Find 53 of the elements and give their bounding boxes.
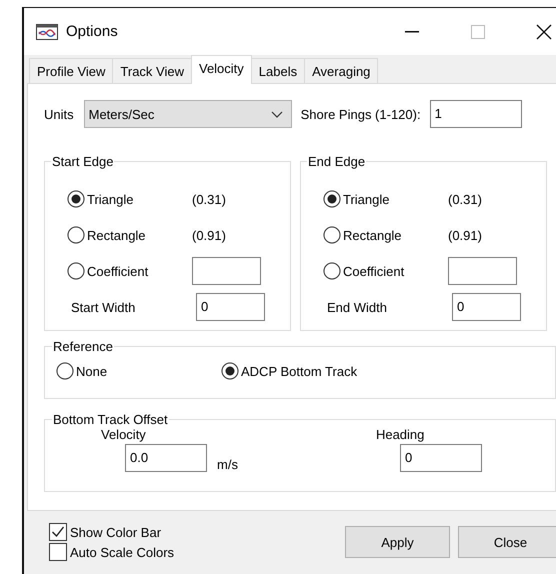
radio-button[interactable] xyxy=(67,226,85,244)
group-title: Reference xyxy=(52,339,114,354)
radio-label: Triangle xyxy=(343,192,390,206)
edge-value: (0.31) xyxy=(448,192,482,206)
radio-label: ADCP Bottom Track xyxy=(241,364,358,378)
radio-label: Triangle xyxy=(87,192,134,206)
width-label: End Width xyxy=(327,300,387,314)
checkbox[interactable] xyxy=(49,543,67,561)
window-title: Options xyxy=(66,23,119,40)
radio-button[interactable] xyxy=(323,190,341,208)
close-icon[interactable] xyxy=(536,24,552,40)
tab[interactable]: Velocity xyxy=(190,55,252,84)
width-field[interactable]: 0 xyxy=(196,293,265,321)
group-title: Bottom Track Offset xyxy=(52,412,169,427)
chart-window-icon xyxy=(36,24,58,40)
unit-label: m/s xyxy=(217,457,238,472)
chevron-icon xyxy=(270,110,283,118)
radio-button[interactable] xyxy=(67,262,85,280)
radio-label: Rectangle xyxy=(343,228,402,242)
width-field[interactable]: 0 xyxy=(452,293,521,321)
radio-label: None xyxy=(76,364,108,378)
edge-value: (0.91) xyxy=(192,228,226,242)
units-dropdown[interactable]: Meters/Sec xyxy=(84,100,292,128)
radio-label: Rectangle xyxy=(87,228,146,242)
velocity-label: Velocity xyxy=(101,427,147,442)
minimize-icon[interactable] xyxy=(405,30,419,32)
width-label: Start Width xyxy=(71,300,136,314)
radio-button[interactable] xyxy=(56,362,74,380)
velocity-field[interactable]: 0.0 xyxy=(125,444,207,472)
heading-label: Heading xyxy=(376,427,426,442)
units-label: Units xyxy=(44,106,74,122)
shore-pings-label: Shore Pings (1-120): xyxy=(300,106,421,122)
edge-value: (0.31) xyxy=(192,192,226,206)
group-title: End Edge xyxy=(307,154,366,169)
checkbox-label: Auto Scale Colors xyxy=(70,544,174,560)
dialog-button[interactable]: Apply xyxy=(345,526,450,558)
radio-label: Coefficient xyxy=(87,264,148,278)
coefficient-field[interactable] xyxy=(448,257,517,285)
heading-field[interactable]: 0 xyxy=(400,444,482,472)
tab[interactable]: Averaging xyxy=(304,58,378,83)
radio-button[interactable] xyxy=(323,226,341,244)
radio-label: Coefficient xyxy=(343,264,404,278)
edge-value: (0.91) xyxy=(448,228,482,242)
checkbox[interactable] xyxy=(49,523,67,541)
radio-button[interactable] xyxy=(323,262,341,280)
radio-button[interactable] xyxy=(67,190,85,208)
shore-pings-field[interactable]: 1 xyxy=(430,100,522,128)
group-title: Start Edge xyxy=(51,154,114,169)
tab[interactable]: Profile View xyxy=(29,58,114,83)
checkbox-label: Show Color Bar xyxy=(70,524,162,540)
dialog-button[interactable]: Close xyxy=(458,526,556,558)
coefficient-field[interactable] xyxy=(192,257,261,285)
radio-button[interactable] xyxy=(221,362,239,380)
